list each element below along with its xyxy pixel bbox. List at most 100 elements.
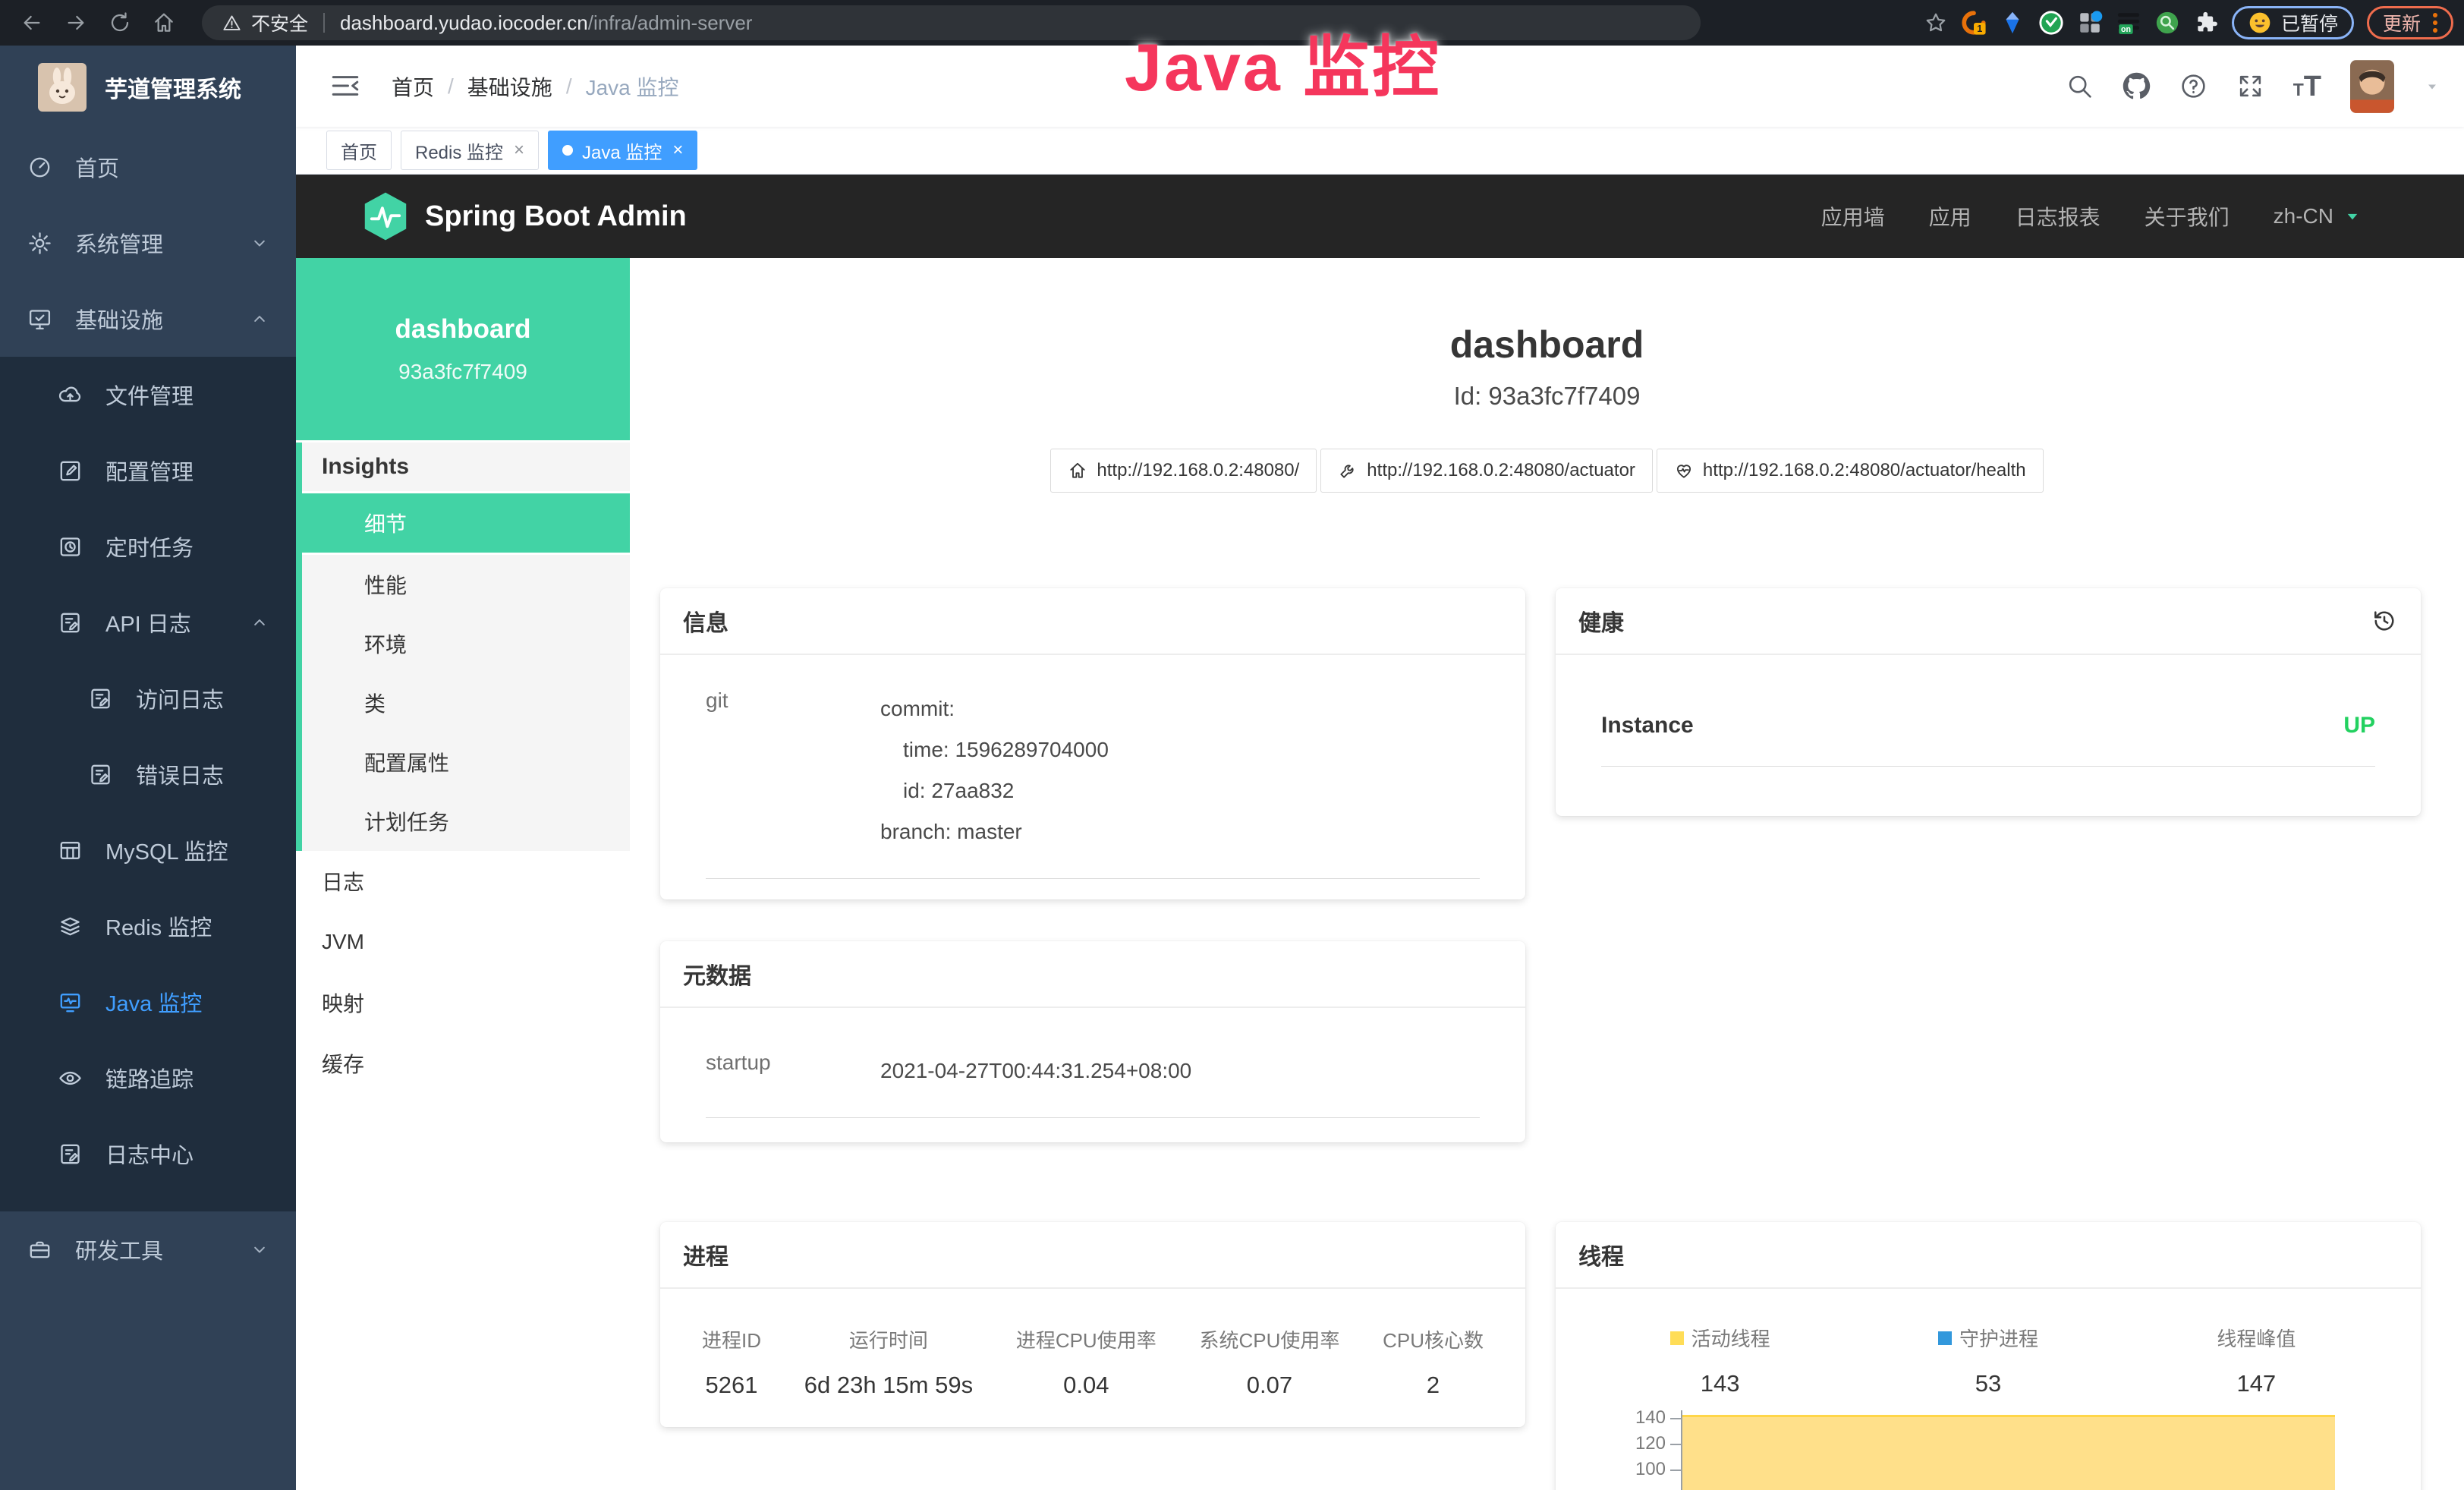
spring-boot-admin-logo[interactable] [363,191,408,241]
sidebar-item-java-monitor[interactable]: Java 监控 [0,964,296,1040]
sidebar-item-label: 系统管理 [75,227,163,259]
legend-peak-threads: 线程峰值 147 [2123,1324,2390,1397]
sidebar-toggle-icon[interactable] [329,70,361,102]
sidebar-item-log-center[interactable]: 日志中心 [0,1116,296,1192]
browser-reload-icon[interactable] [108,11,132,35]
sidebar-item-label: 日志中心 [105,1138,194,1170]
browser-forward-icon[interactable] [64,11,88,35]
sidebar-item-label: 定时任务 [105,531,194,562]
sba-menu-wallboard[interactable]: 应用墙 [1821,201,1885,232]
service-url-link[interactable]: http://192.168.0.2:48080/ [1050,449,1317,493]
sidebar-item-home[interactable]: 首页 [0,129,296,205]
sidebar-item-config-manage[interactable]: 配置管理 [0,433,296,509]
tab-close-icon[interactable]: × [672,140,683,161]
browser-menu-kebab-icon[interactable] [2433,13,2437,33]
sba-app-name: dashboard [395,314,531,345]
sidebar-item-file-manage[interactable]: 文件管理 [0,357,296,433]
breadcrumb-current: Java 监控 [586,71,679,102]
user-avatar[interactable] [2350,60,2394,113]
extension-orange-badge-icon[interactable]: 1 [1961,10,1987,36]
sidebar-item-dev-tools[interactable]: 研发工具 [0,1211,296,1287]
extension-pin-icon[interactable] [2000,10,2025,36]
browser-update-button[interactable]: 更新 [2367,6,2453,39]
extension-on-badge: on [2121,25,2131,34]
gauge-icon [27,155,52,180]
avatar-caret-icon[interactable] [2423,77,2441,96]
sidebar-item-infra[interactable]: 基础设施 [0,281,296,357]
bookmark-star-icon[interactable] [1924,11,1948,35]
fullscreen-icon[interactable] [2236,72,2264,100]
sidebar-item-label: 错误日志 [136,758,224,790]
tab-java-monitor-active[interactable]: Java 监控 × [548,131,697,170]
search-icon[interactable] [2066,72,2094,100]
sidebar-item-label: Java 监控 [105,986,202,1018]
heartbeat-icon [1674,461,1694,480]
gear-icon [27,231,52,256]
sba-item-scheduled-tasks[interactable]: 计划任务 [302,792,630,851]
not-secure-warning-icon[interactable] [222,13,242,33]
extension-spy-icon[interactable] [2154,10,2180,36]
sidebar-item-mysql-monitor[interactable]: MySQL 监控 [0,812,296,888]
sba-menu-applications[interactable]: 应用 [1929,201,1972,232]
sba-language-select[interactable]: zh-CN [2274,204,2364,228]
startup-row: startup 2021-04-27T00:44:31.254+08:00 [706,1051,1480,1118]
sidebar-item-api-log[interactable]: API 日志 [0,584,296,660]
chevron-down-icon [249,232,270,254]
sidebar-item-error-log[interactable]: 错误日志 [0,736,296,812]
sidebar-item-redis-monitor[interactable]: Redis 监控 [0,888,296,964]
tab-close-icon[interactable]: × [514,140,524,161]
tab-home[interactable]: 首页 [326,131,392,170]
sba-item-caches[interactable]: 缓存 [296,1033,630,1094]
not-secure-label: 不安全 [251,9,308,36]
sba-item-config-props[interactable]: 配置属性 [302,732,630,792]
sba-item-environment[interactable]: 环境 [302,614,630,673]
sba-item-mappings[interactable]: 映射 [296,972,630,1033]
sidebar-item-access-log[interactable]: 访问日志 [0,660,296,736]
wrench-icon [1338,461,1358,480]
url-host: dashboard.yudao.iocoder.cn [340,11,588,35]
threads-area-chart: 140 120 100 [1556,1406,2421,1490]
health-instance-row[interactable]: Instance UP [1601,713,2375,767]
browser-back-icon[interactable] [20,11,44,35]
instance-links: http://192.168.0.2:48080/ http://192.168… [630,449,2464,493]
sidebar-item-scheduled-jobs[interactable]: 定时任务 [0,509,296,584]
extension-list-on-icon[interactable]: on [2116,10,2141,36]
health-url-link[interactable]: http://192.168.0.2:48080/actuator/health [1657,449,2044,493]
address-bar[interactable]: 不安全 dashboard.yudao.iocoder.cn /infra/ad… [202,5,1701,40]
paused-profile-pill[interactable]: 已暂停 [2232,6,2354,39]
y-axis-tick-mark [1670,1418,1681,1419]
legend-daemon-threads: 守护进程 53 [1854,1324,2122,1397]
history-icon[interactable] [2371,607,2398,635]
github-icon[interactable] [2123,72,2151,100]
extension-green-check-icon[interactable] [2038,10,2064,36]
sba-item-jvm[interactable]: JVM [296,912,630,972]
info-value: commit: time: 1596289704000 id: 27aa832 … [880,688,1109,852]
sba-menu: 应用墙 应用 日志报表 关于我们 zh-CN [1821,201,2464,232]
screen: 不安全 dashboard.yudao.iocoder.cn /infra/ad… [0,0,2464,1490]
column-header: 系统CPU使用率 [1199,1325,1339,1353]
sba-item-details-active[interactable]: 细节 [302,493,630,555]
sidebar-item-system[interactable]: 系统管理 [0,205,296,281]
actuator-url-link[interactable]: http://192.168.0.2:48080/actuator [1320,449,1653,493]
extension-grid-icon[interactable] [2077,10,2103,36]
sba-item-logs[interactable]: 日志 [296,851,630,912]
sba-selected-instance[interactable]: dashboard 93a3fc7f7409 [296,258,630,440]
tab-label: Java 监控 [582,137,662,164]
sba-brand-title[interactable]: Spring Boot Admin [425,200,687,233]
sba-item-classes[interactable]: 类 [302,673,630,732]
tag-tab-bar: 首页 Redis 监控 × Java 监控 × [296,127,2464,175]
sba-item-metrics[interactable]: 性能 [302,555,630,614]
tab-redis-monitor[interactable]: Redis 监控 × [401,131,539,170]
help-icon[interactable] [2179,72,2208,100]
browser-home-icon[interactable] [152,11,176,35]
brand[interactable]: 芋道管理系统 [0,46,296,129]
sba-menu-journal[interactable]: 日志报表 [2016,201,2101,232]
sba-menu-about[interactable]: 关于我们 [2145,201,2230,232]
breadcrumb-home[interactable]: 首页 [392,71,434,102]
breadcrumb-infra[interactable]: 基础设施 [467,71,552,102]
breadcrumb-separator: / [566,74,572,99]
sidebar-item-tracing[interactable]: 链路追踪 [0,1040,296,1116]
extensions-puzzle-icon[interactable] [2193,10,2219,36]
font-size-icon[interactable]: TT [2293,72,2321,101]
cell-value: 5261 [706,1372,758,1399]
